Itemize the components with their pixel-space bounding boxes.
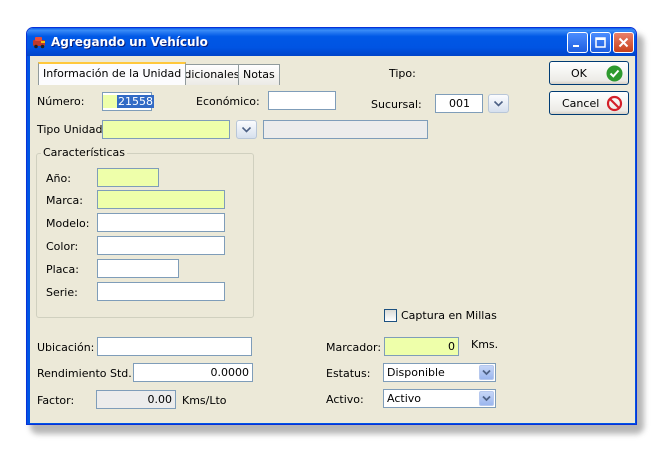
serie-label: Serie: (46, 286, 78, 299)
factor-label: Factor: (37, 394, 75, 407)
chevron-down-icon (493, 100, 504, 107)
chevron-down-icon (241, 126, 252, 133)
serie-field[interactable] (97, 282, 225, 301)
marca-label: Marca: (46, 194, 84, 207)
numero-value: 21558 (117, 95, 154, 108)
tab-notas[interactable]: Notas (238, 64, 280, 85)
tipo-unidad-description (263, 120, 428, 139)
caracteristicas-title: Características (41, 146, 128, 159)
economico-label: Económico: (196, 95, 260, 108)
sucursal-value: 001 (449, 97, 470, 110)
cancel-button[interactable]: Cancel (549, 91, 629, 115)
rendimiento-label: Rendimiento Std.: (37, 367, 136, 380)
estatus-value: Disponible (387, 366, 445, 379)
no-entry-icon (606, 95, 623, 112)
maximize-icon (595, 37, 606, 48)
captura-millas-label: Captura en Millas (401, 309, 497, 322)
title-bar[interactable]: Agregando un Vehículo (27, 28, 636, 56)
placa-field[interactable] (97, 259, 179, 278)
sucursal-label: Sucursal: (371, 98, 422, 111)
sucursal-field[interactable]: 001 (435, 94, 483, 113)
marcador-unit: Kms. (471, 338, 499, 351)
activo-value: Activo (387, 392, 421, 405)
close-button[interactable] (613, 32, 634, 53)
car-icon (33, 37, 45, 49)
activo-select[interactable]: Activo (383, 389, 496, 408)
captura-millas-checkbox[interactable] (384, 309, 397, 322)
chevron-down-icon (482, 395, 491, 402)
tipo-unidad-label: Tipo Unidad: (37, 123, 107, 136)
tipo-unidad-dropdown-button[interactable] (236, 120, 257, 139)
activo-label: Activo: (326, 393, 364, 406)
modelo-field[interactable] (97, 213, 225, 232)
cancel-button-label: Cancel (562, 96, 600, 110)
numero-label: Número: (37, 95, 85, 108)
chevron-down-icon (482, 369, 491, 376)
ok-button[interactable]: OK (549, 61, 629, 85)
modelo-label: Modelo: (46, 217, 90, 230)
estatus-label: Estatus: (326, 367, 371, 380)
estatus-dropdown-arrow[interactable] (479, 365, 494, 380)
tipo-label: Tipo: (389, 67, 416, 80)
placa-label: Placa: (46, 263, 79, 276)
ok-button-label: OK (571, 66, 587, 80)
color-label: Color: (46, 240, 79, 253)
ubicacion-field[interactable] (97, 337, 252, 356)
tab-informacion-unidad[interactable]: Información de la Unidad (38, 62, 187, 85)
minimize-button[interactable] (567, 32, 588, 53)
ano-label: Año: (46, 172, 71, 185)
estatus-select[interactable]: Disponible (383, 363, 496, 382)
marca-field[interactable] (97, 190, 225, 209)
check-circle-icon (606, 65, 623, 82)
close-icon (618, 37, 629, 48)
ubicacion-label: Ubicación: (37, 341, 95, 354)
minimize-icon (573, 45, 579, 47)
maximize-button[interactable] (590, 32, 611, 53)
dialog-window: Agregando un Vehículo Información de la … (26, 27, 637, 425)
window-title: Agregando un Vehículo (51, 35, 208, 49)
factor-unit: Kms/Lto (182, 394, 227, 407)
numero-field[interactable]: 21558 (102, 92, 154, 111)
ano-field[interactable] (97, 168, 159, 187)
marcador-label: Marcador: (326, 341, 382, 354)
tipo-unidad-field[interactable] (102, 120, 230, 139)
sucursal-dropdown-button[interactable] (488, 94, 509, 113)
color-field[interactable] (97, 236, 225, 255)
activo-dropdown-arrow[interactable] (479, 391, 494, 406)
factor-field: 0.00 (96, 390, 176, 409)
marcador-field[interactable]: 0 (384, 337, 459, 356)
rendimiento-field[interactable]: 0.0000 (133, 363, 253, 382)
economico-field[interactable] (268, 91, 336, 110)
